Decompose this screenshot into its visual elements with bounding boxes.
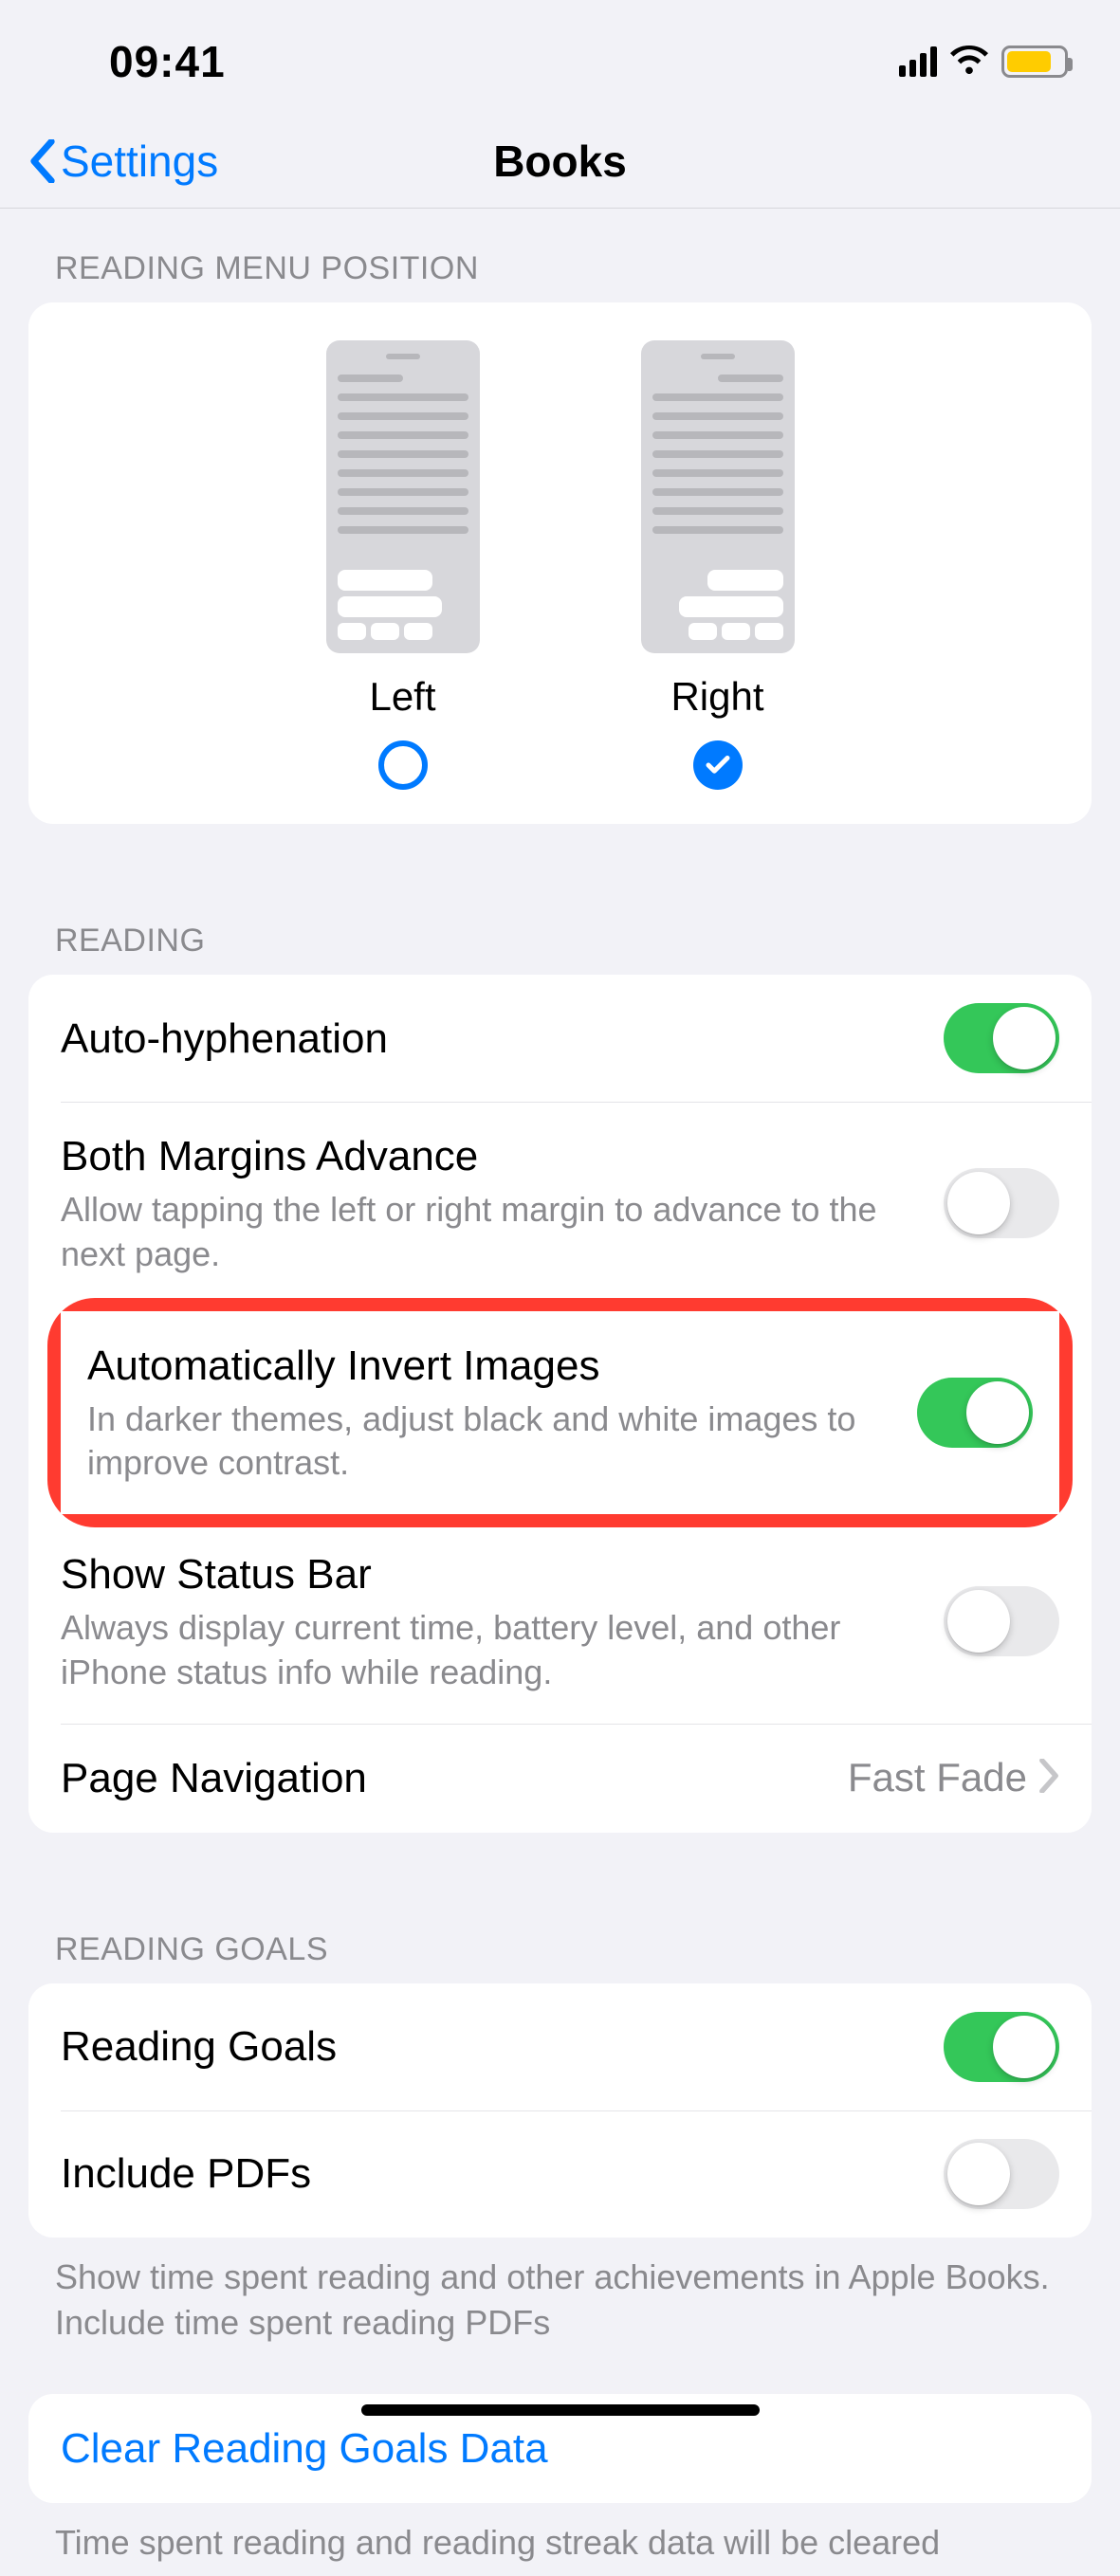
goals-group: Reading Goals Include PDFs bbox=[28, 1983, 1092, 2238]
clear-footer: Time spent reading and reading streak da… bbox=[0, 2503, 1120, 2576]
menu-position-group: Left Right bbox=[28, 302, 1092, 824]
reading-goals-label: Reading Goals bbox=[61, 2020, 915, 2073]
goals-footer: Show time spent reading and other achiev… bbox=[0, 2238, 1120, 2356]
highlight-annotation: Automatically Invert Images In darker th… bbox=[47, 1298, 1073, 1528]
invert-images-label: Automatically Invert Images bbox=[87, 1340, 889, 1392]
clear-reading-goals-label: Clear Reading Goals Data bbox=[61, 2422, 1031, 2475]
auto-hyphenation-row: Auto-hyphenation bbox=[28, 975, 1092, 1102]
menu-right-label: Right bbox=[670, 674, 763, 720]
section-header-goals: READING GOALS bbox=[0, 1890, 1120, 1983]
reading-goals-toggle[interactable] bbox=[944, 2012, 1059, 2082]
auto-hyphenation-label: Auto-hyphenation bbox=[61, 1013, 915, 1065]
reading-group: Auto-hyphenation Both Margins Advance Al… bbox=[28, 975, 1092, 1833]
both-margins-toggle[interactable] bbox=[944, 1168, 1059, 1238]
both-margins-description: Allow tapping the left or right margin t… bbox=[61, 1188, 915, 1277]
invert-images-row: Automatically Invert Images In darker th… bbox=[61, 1311, 1059, 1515]
menu-left-preview-icon bbox=[326, 340, 480, 653]
menu-position-left-option[interactable]: Left bbox=[326, 340, 480, 790]
include-pdfs-toggle[interactable] bbox=[944, 2139, 1059, 2209]
status-bar-toggle[interactable] bbox=[944, 1586, 1059, 1656]
page-navigation-value: Fast Fade bbox=[848, 1755, 1027, 1800]
reading-goals-row: Reading Goals bbox=[28, 1983, 1092, 2110]
status-bar-description: Always display current time, battery lev… bbox=[61, 1606, 915, 1695]
menu-position-right-option[interactable]: Right bbox=[641, 340, 795, 790]
status-indicators bbox=[899, 45, 1068, 80]
cellular-signal-icon bbox=[899, 46, 937, 77]
page-navigation-label: Page Navigation bbox=[61, 1752, 819, 1804]
radio-checked-icon bbox=[693, 740, 743, 790]
status-bar: 09:41 bbox=[0, 0, 1120, 114]
home-indicator[interactable] bbox=[361, 2404, 760, 2416]
section-header-reading: READING bbox=[0, 881, 1120, 975]
navigation-bar: Settings Books bbox=[0, 114, 1120, 209]
both-margins-row: Both Margins Advance Allow tapping the l… bbox=[28, 1102, 1092, 1306]
section-header-menu-position: READING MENU POSITION bbox=[0, 209, 1120, 302]
status-bar-row: Show Status Bar Always display current t… bbox=[28, 1520, 1092, 1724]
invert-images-toggle[interactable] bbox=[917, 1378, 1033, 1448]
chevron-right-icon bbox=[1038, 1759, 1059, 1798]
status-time: 09:41 bbox=[109, 36, 226, 87]
page-title: Books bbox=[493, 136, 627, 187]
include-pdfs-label: Include PDFs bbox=[61, 2147, 915, 2200]
wifi-icon bbox=[950, 45, 988, 80]
radio-unchecked-icon bbox=[378, 740, 428, 790]
back-label: Settings bbox=[61, 136, 218, 187]
battery-icon bbox=[1001, 46, 1068, 78]
auto-hyphenation-toggle[interactable] bbox=[944, 1003, 1059, 1073]
status-bar-label: Show Status Bar bbox=[61, 1548, 915, 1600]
chevron-left-icon bbox=[28, 139, 57, 183]
back-button[interactable]: Settings bbox=[28, 136, 218, 187]
include-pdfs-row: Include PDFs bbox=[28, 2110, 1092, 2238]
menu-left-label: Left bbox=[369, 674, 435, 720]
menu-right-preview-icon bbox=[641, 340, 795, 653]
both-margins-label: Both Margins Advance bbox=[61, 1130, 915, 1182]
invert-images-description: In darker themes, adjust black and white… bbox=[87, 1398, 889, 1487]
page-navigation-row[interactable]: Page Navigation Fast Fade bbox=[28, 1724, 1092, 1833]
